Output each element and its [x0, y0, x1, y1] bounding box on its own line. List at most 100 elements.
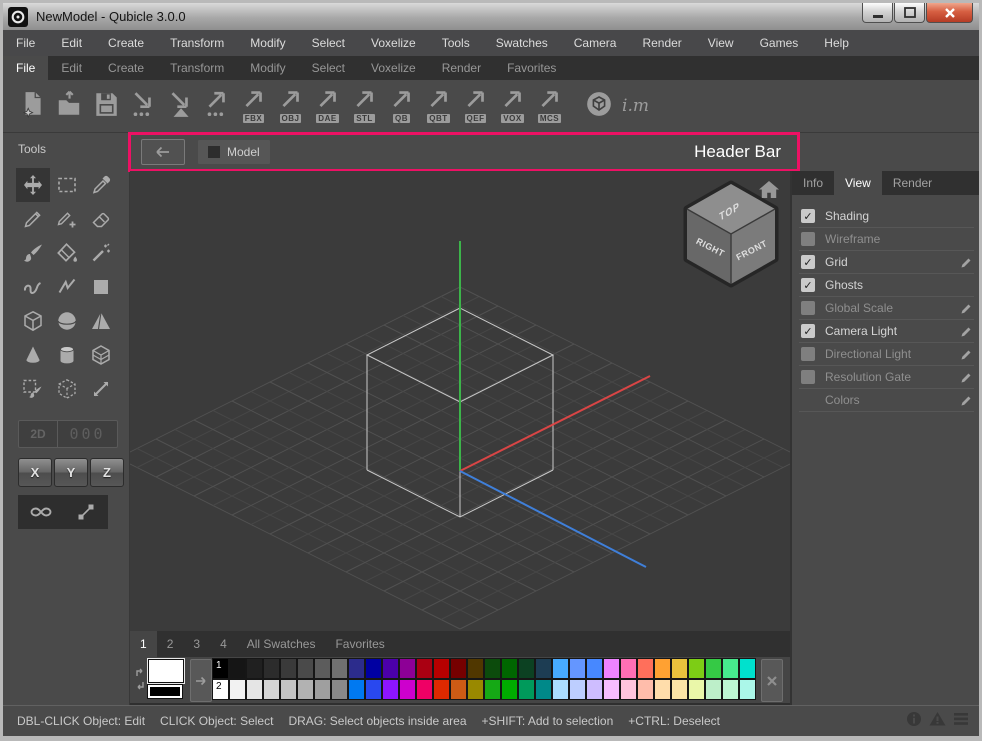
- mirror-x-button[interactable]: X: [18, 458, 52, 487]
- edit-pencil-icon[interactable]: [959, 302, 972, 315]
- scale-tool[interactable]: [84, 372, 118, 406]
- mirror-y-button[interactable]: Y: [54, 458, 88, 487]
- menu-create[interactable]: Create: [95, 31, 157, 56]
- palette-swatch[interactable]: [450, 658, 467, 679]
- palette-swatch[interactable]: [603, 658, 620, 679]
- palette-swatch[interactable]: [297, 679, 314, 700]
- palette-swatch[interactable]: [229, 658, 246, 679]
- checkbox-camera-light[interactable]: [801, 324, 815, 338]
- menu-voxelize[interactable]: Voxelize: [358, 31, 429, 56]
- checkbox-shading[interactable]: [801, 209, 815, 223]
- magic-wand-tool[interactable]: [84, 236, 118, 270]
- export-qbt-button[interactable]: QBT: [420, 82, 457, 130]
- line-tool[interactable]: [50, 270, 84, 304]
- save-file-button[interactable]: [87, 82, 124, 130]
- palette-swatch[interactable]: [348, 658, 365, 679]
- sketchfab-button[interactable]: [580, 82, 617, 130]
- checkbox-ghosts[interactable]: [801, 278, 815, 292]
- palette-swatch[interactable]: [467, 658, 484, 679]
- viewport-3d[interactable]: TOP RIGHT FRONT: [130, 171, 790, 631]
- palette-swatch[interactable]: [688, 658, 705, 679]
- move-tool[interactable]: [16, 168, 50, 202]
- palette-swatch[interactable]: [654, 658, 671, 679]
- palette-swatch[interactable]: [467, 679, 484, 700]
- palette-swatch[interactable]: [399, 679, 416, 700]
- menu-swatches[interactable]: Swatches: [483, 31, 561, 56]
- export-fbx-button[interactable]: FBX: [235, 82, 272, 130]
- palette-swatch[interactable]: [705, 658, 722, 679]
- palette-swatch[interactable]: [722, 679, 739, 700]
- palette-swatch[interactable]: [552, 658, 569, 679]
- palette-swatch[interactable]: [535, 658, 552, 679]
- palette-swatch[interactable]: [552, 679, 569, 700]
- export-vox-button[interactable]: VOX: [494, 82, 531, 130]
- export-obj-button[interactable]: OBJ: [272, 82, 309, 130]
- pencil-tool[interactable]: [16, 202, 50, 236]
- palette-swatch[interactable]: [416, 679, 433, 700]
- active-colors[interactable]: [148, 659, 186, 700]
- menu-tools[interactable]: Tools: [429, 31, 483, 56]
- palette-swatch[interactable]: [501, 679, 518, 700]
- edit-pencil-icon[interactable]: [959, 256, 972, 269]
- palette-swatch[interactable]: [484, 679, 501, 700]
- swatch-tab-all-swatches[interactable]: All Swatches: [237, 631, 326, 657]
- title-bar[interactable]: NewModel - Qubicle 3.0.0: [3, 3, 979, 31]
- apply-color-button[interactable]: [190, 659, 212, 702]
- checkbox-directional-light[interactable]: [801, 347, 815, 361]
- box-tool[interactable]: [16, 304, 50, 338]
- im-button[interactable]: i.m: [617, 82, 654, 130]
- export-dae-button[interactable]: DAE: [309, 82, 346, 130]
- submenu-create[interactable]: Create: [95, 56, 157, 80]
- eraser-tool[interactable]: [84, 202, 118, 236]
- palette-swatch[interactable]: [654, 679, 671, 700]
- extrude-tool[interactable]: [84, 338, 118, 372]
- palette-swatch[interactable]: [433, 658, 450, 679]
- palette-swatch[interactable]: [382, 679, 399, 700]
- swatch-tab-favorites[interactable]: Favorites: [325, 631, 394, 657]
- export-button[interactable]: [198, 82, 235, 130]
- palette-swatch[interactable]: [586, 679, 603, 700]
- menu-select[interactable]: Select: [299, 31, 358, 56]
- menu-games[interactable]: Games: [747, 31, 812, 56]
- cylinder-tool[interactable]: [50, 338, 84, 372]
- palette-swatch[interactable]: [433, 679, 450, 700]
- edit-pencil-icon[interactable]: [959, 348, 972, 361]
- edit-pencil-icon[interactable]: [959, 371, 972, 384]
- mirror-z-button[interactable]: Z: [90, 458, 124, 487]
- fill-tool[interactable]: [50, 236, 84, 270]
- palette-swatch[interactable]: 1: [212, 658, 229, 679]
- swap-colors-icon[interactable]: [133, 668, 147, 695]
- swatch-tab-4[interactable]: 4: [210, 631, 237, 657]
- line-mode-button[interactable]: [63, 495, 108, 529]
- palette-swatch[interactable]: [586, 658, 603, 679]
- submenu-file[interactable]: File: [3, 56, 48, 80]
- pencil-add-tool[interactable]: [50, 202, 84, 236]
- close-button[interactable]: [926, 3, 973, 23]
- delete-swatch-button[interactable]: [761, 659, 783, 702]
- pyramid-tool[interactable]: [84, 304, 118, 338]
- rectangle-tool[interactable]: [84, 270, 118, 304]
- menu-view[interactable]: View: [695, 31, 747, 56]
- palette-swatch[interactable]: [365, 658, 382, 679]
- export-stl-button[interactable]: STL: [346, 82, 383, 130]
- palette-swatch[interactable]: [229, 679, 246, 700]
- palette-swatch[interactable]: [280, 658, 297, 679]
- warning-icon[interactable]: [929, 711, 946, 731]
- checkbox-resolution-gate[interactable]: [801, 370, 815, 384]
- palette-swatch[interactable]: [518, 658, 535, 679]
- palette-swatch[interactable]: [297, 658, 314, 679]
- palette-swatch[interactable]: [637, 679, 654, 700]
- submenu-edit[interactable]: Edit: [48, 56, 95, 80]
- palette-swatch[interactable]: [450, 679, 467, 700]
- palette-swatch[interactable]: [620, 679, 637, 700]
- palette-swatch[interactable]: [280, 679, 297, 700]
- info-icon[interactable]: [906, 711, 922, 732]
- palette-swatch[interactable]: [246, 658, 263, 679]
- menu-help[interactable]: Help: [811, 31, 862, 56]
- palette-swatch[interactable]: [671, 679, 688, 700]
- new-file-button[interactable]: [13, 82, 50, 130]
- palette-swatch[interactable]: [603, 679, 620, 700]
- edit-pencil-icon[interactable]: [959, 394, 972, 407]
- submenu-render[interactable]: Render: [429, 56, 494, 80]
- background-color[interactable]: [148, 685, 182, 698]
